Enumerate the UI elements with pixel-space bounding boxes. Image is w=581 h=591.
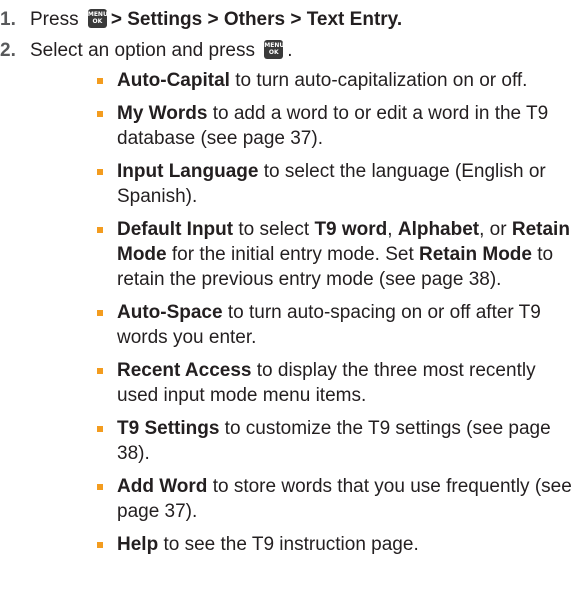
menu-ok-key-icon: MENU OK (87, 8, 108, 28)
option-default-input: Default Input to select T9 word, Alphabe… (0, 217, 581, 292)
bullet-icon (97, 542, 103, 548)
step-1: 1. Press MENU OK > Settings > Others > Tex… (0, 6, 581, 33)
bullet-icon (97, 426, 103, 432)
menu-path: > Settings > Others > Text Entry (110, 9, 397, 30)
option-my-words: My Words to add a word to or edit a word… (0, 101, 581, 151)
option-recent-access: Recent Access to display the three most … (0, 358, 581, 408)
bullet-icon (97, 310, 103, 316)
step-2: 2. Select an option and press MENU OK. (0, 37, 581, 64)
option-add-word: Add Word to store words that you use fre… (0, 474, 581, 524)
step-number: 2. (0, 40, 16, 61)
bullet-icon (97, 78, 103, 84)
option-input-language: Input Language to select the language (E… (0, 159, 581, 209)
bullet-icon (97, 227, 103, 233)
bullet-icon (97, 169, 103, 175)
option-help: Help to see the T9 instruction page. (0, 532, 581, 557)
step-text: Press (30, 9, 79, 30)
bullet-icon (97, 111, 103, 117)
option-t9-settings: T9 Settings to customize the T9 settings… (0, 416, 581, 466)
bullet-icon (97, 368, 103, 374)
step-number: 1. (0, 9, 16, 30)
option-auto-capital: Auto-Capital to turn auto-capitalization… (0, 68, 581, 93)
instruction-page: 1. Press MENU OK > Settings > Others > Tex… (0, 0, 581, 591)
bullet-icon (97, 484, 103, 490)
step-text: Select an option and press (30, 40, 255, 61)
option-auto-space: Auto-Space to turn auto-spacing on or of… (0, 300, 581, 350)
menu-ok-key-icon: MENU OK (264, 39, 284, 59)
option-list: Auto-Capital to turn auto-capitalization… (0, 68, 581, 557)
